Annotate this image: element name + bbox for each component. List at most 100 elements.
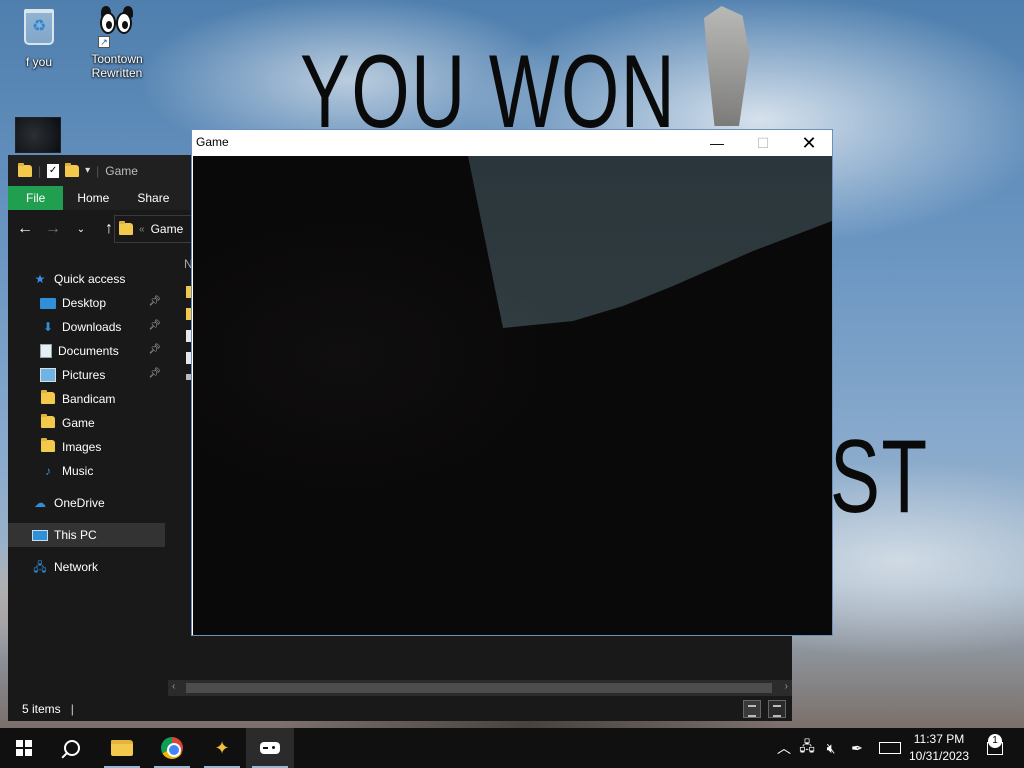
pictures-icon — [40, 368, 56, 382]
sidebar-item-game[interactable]: Game — [8, 411, 165, 435]
properties-icon[interactable]: ✓ — [47, 163, 60, 178]
desktop-icon-recycle-bin[interactable]: f you — [2, 6, 76, 69]
sidebar-item-quick-access[interactable]: ★ Quick access — [8, 267, 165, 291]
large-icons-view-button[interactable] — [768, 700, 786, 718]
sidebar-item-label: Downloads — [62, 320, 122, 334]
pen-icon[interactable]: ✒︎ — [846, 728, 868, 768]
cloud-icon: ☁ — [34, 496, 46, 510]
file-explorer-icon — [111, 740, 133, 756]
sidebar-item-label: Game — [62, 416, 95, 430]
show-hidden-icons-button[interactable]: ︿ — [774, 728, 794, 768]
sidebar-item-bandicam[interactable]: Bandicam — [8, 387, 165, 411]
touch-keyboard-button[interactable] — [876, 728, 904, 768]
pin-icon[interactable]: 📌︎ — [148, 296, 161, 307]
action-center-button[interactable]: 1 — [980, 728, 1010, 768]
sidebar-item-label: Music — [62, 464, 94, 478]
taskbar-game[interactable] — [246, 728, 294, 768]
taskbar-chrome[interactable] — [148, 728, 196, 768]
recent-locations-icon[interactable]: ⌄ — [72, 224, 90, 235]
desktop-image-file-icon[interactable] — [15, 117, 61, 153]
folder-icon — [119, 221, 133, 235]
game-window-title: Game — [196, 135, 229, 149]
document-icon — [40, 344, 52, 358]
scroll-left-arrow-icon[interactable]: ‹ — [172, 681, 175, 692]
computer-icon — [32, 529, 48, 541]
sidebar-item-documents[interactable]: Documents 📌︎ — [8, 339, 165, 363]
tab-home[interactable]: Home — [63, 186, 123, 210]
title-separator: | — [96, 163, 100, 178]
breadcrumb-overflow-icon[interactable]: « — [139, 224, 145, 235]
taskbar-file-explorer[interactable] — [98, 728, 146, 768]
sidebar-item-this-pc[interactable]: This PC — [8, 523, 165, 547]
desktop-icon — [40, 297, 56, 309]
horizontal-scrollbar[interactable]: ‹ › — [168, 680, 792, 696]
sidebar-item-label: This PC — [54, 528, 97, 542]
minimize-button[interactable]: — — [694, 130, 740, 156]
folder-icon — [41, 438, 55, 452]
scroll-right-arrow-icon[interactable]: › — [785, 681, 788, 692]
back-arrow-icon[interactable]: ← — [16, 220, 34, 238]
game-dark-scene — [193, 156, 832, 635]
sidebar-item-label: OneDrive — [54, 496, 105, 510]
sidebar-item-images[interactable]: Images — [8, 435, 165, 459]
sidebar-item-label: Bandicam — [62, 392, 116, 406]
status-bar: 5 items | — [8, 696, 792, 721]
desktop-icon-label: f you — [25, 55, 52, 69]
game-icon — [260, 742, 280, 754]
explorer-title: Game — [105, 163, 138, 178]
tab-share[interactable]: Share — [123, 186, 183, 210]
navigation-pane: ★ Quick access Desktop 📌︎ ⬇ Downloads 📌︎… — [8, 267, 165, 687]
maximize-button[interactable]: ☐ — [740, 130, 786, 156]
item-count: 5 items — [22, 701, 61, 716]
pin-icon[interactable]: 📌︎ — [148, 368, 161, 379]
customize-toolbar-icon[interactable]: ▾ — [85, 165, 90, 176]
taskbar-toontown[interactable]: ✦ — [198, 728, 246, 768]
sidebar-item-label: Network — [54, 560, 99, 574]
breadcrumb-item[interactable]: Game — [151, 222, 184, 236]
details-view-button[interactable] — [743, 700, 761, 718]
start-button[interactable] — [0, 728, 48, 768]
star-icon: ★ — [34, 272, 46, 286]
sidebar-item-label: Quick access — [54, 272, 126, 286]
scrollbar-thumb[interactable] — [186, 683, 772, 693]
toontown-icon: ✦ — [214, 737, 230, 758]
sidebar-item-downloads[interactable]: ⬇ Downloads 📌︎ — [8, 315, 165, 339]
sidebar-item-network[interactable]: 🖧︎ Network — [8, 555, 165, 579]
status-separator: | — [70, 701, 74, 716]
volume-muted-icon[interactable]: 🔇︎ — [820, 728, 842, 768]
tab-file[interactable]: File — [8, 186, 64, 210]
close-button[interactable]: ✕ — [786, 130, 832, 156]
chevron-up-icon: ︿ — [777, 740, 791, 756]
clock[interactable]: 11:37 PM 10/31/2023 — [906, 731, 972, 765]
game-window: Game — ☐ ✕ — [191, 129, 833, 636]
notification-badge: 1 — [988, 734, 1002, 748]
pin-icon[interactable]: 📌︎ — [148, 320, 161, 331]
music-icon: ♪ — [45, 464, 51, 478]
pin-icon[interactable]: 📌︎ — [148, 344, 161, 355]
recycle-bin-icon — [18, 9, 60, 51]
game-viewport[interactable] — [193, 156, 832, 635]
sidebar-item-label: Documents — [58, 344, 119, 358]
forward-arrow-icon[interactable]: → — [44, 220, 62, 238]
network-status-icon[interactable]: 🖧︎ — [796, 728, 818, 768]
sidebar-item-music[interactable]: ♪ Music — [8, 459, 165, 483]
chrome-icon — [161, 737, 183, 759]
quick-access-separator: | — [38, 163, 42, 178]
clock-date: 10/31/2023 — [908, 749, 970, 763]
search-icon — [64, 740, 80, 756]
toontown-icon: ↗ — [96, 6, 138, 48]
desktop-icon-toontown[interactable]: ↗ Toontown Rewritten — [80, 6, 154, 80]
folder-icon — [41, 390, 55, 404]
sidebar-item-pictures[interactable]: Pictures 📌︎ — [8, 363, 165, 387]
windows-logo-icon — [16, 740, 32, 756]
wallpaper-statue — [704, 6, 750, 126]
new-folder-icon[interactable] — [65, 162, 80, 177]
keyboard-icon — [879, 742, 901, 754]
game-titlebar[interactable]: Game — ☐ ✕ — [192, 130, 832, 156]
search-button[interactable] — [48, 728, 96, 768]
sidebar-item-label: Images — [62, 440, 102, 454]
clock-time: 11:37 PM — [913, 732, 965, 746]
folder-icon — [18, 162, 32, 177]
sidebar-item-onedrive[interactable]: ☁ OneDrive — [8, 491, 165, 515]
sidebar-item-desktop[interactable]: Desktop 📌︎ — [8, 291, 165, 315]
